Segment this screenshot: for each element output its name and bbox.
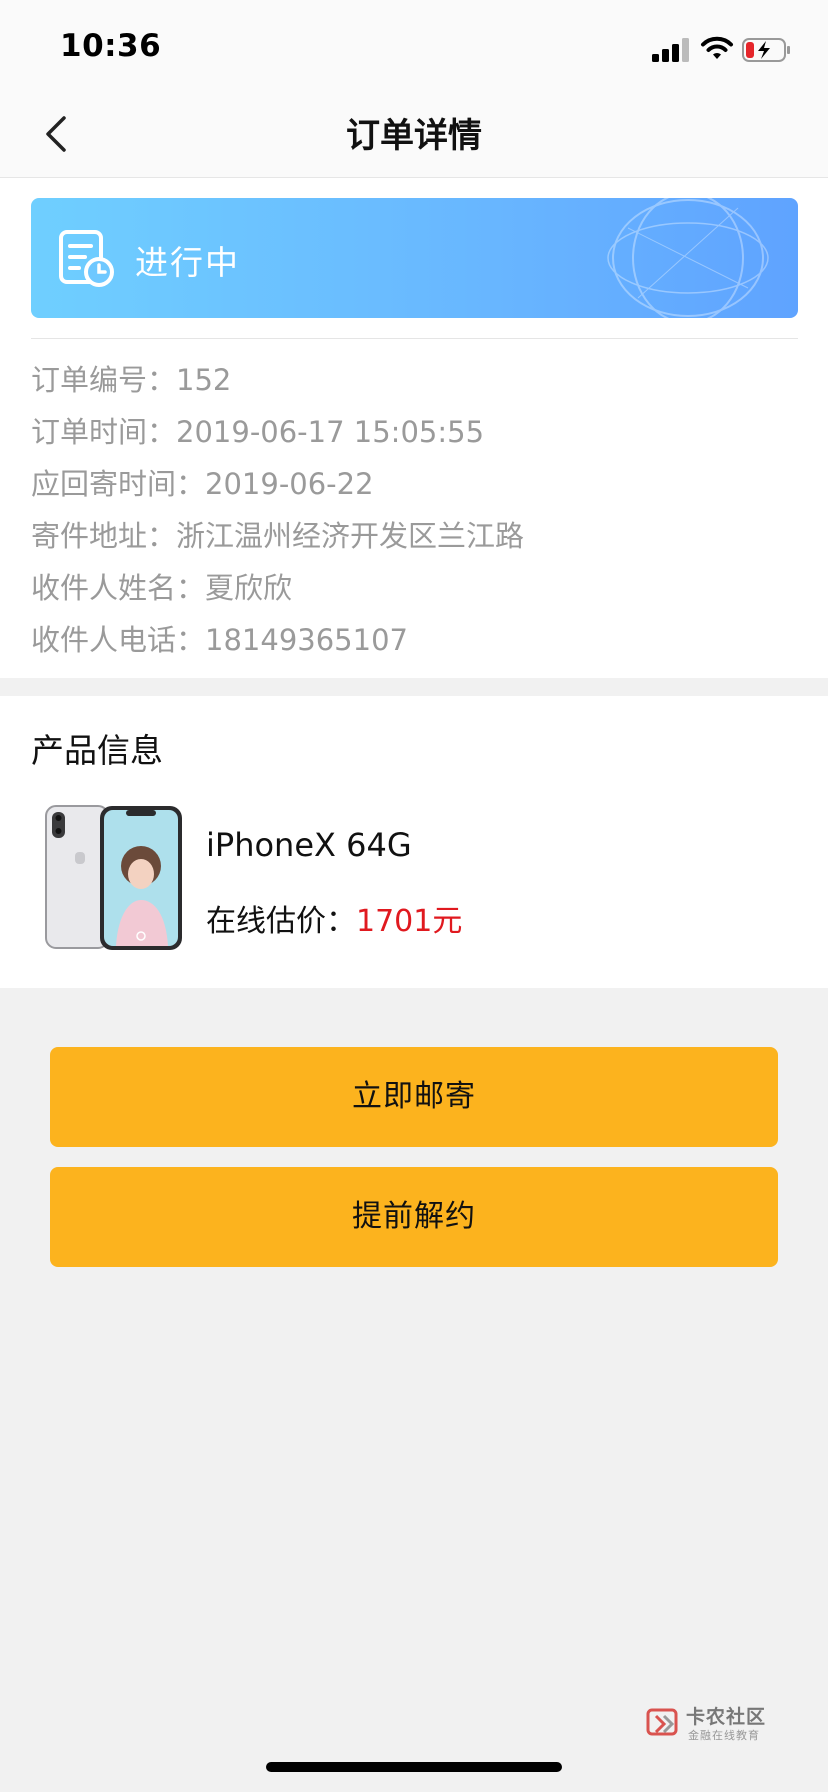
order-number-value: 152 [176, 363, 232, 397]
divider [31, 338, 798, 339]
product-name: iPhoneX 64G [206, 826, 412, 864]
estimated-price-value: 1701元 [356, 904, 463, 939]
home-indicator[interactable] [266, 1762, 562, 1772]
mail-address-value: 浙江温州经济开发区兰江路 [176, 519, 525, 553]
order-status-banner: 进行中 [31, 198, 798, 318]
order-number-label: 订单编号： [31, 363, 177, 397]
recipient-name-label: 收件人姓名： [31, 571, 206, 605]
order-time-value: 2019-06-17 15:05:55 [176, 415, 485, 449]
page-title: 订单详情 [346, 116, 482, 156]
watermark-logo: 卡农社区 金融在线教育 [646, 1700, 776, 1744]
recipient-phone-label: 收件人电话： [31, 623, 206, 657]
order-number-row: 订单编号：152 [31, 354, 798, 406]
recipient-phone-value: 18149365107 [205, 623, 408, 657]
watermark-main-text: 卡农社区 [686, 1706, 767, 1728]
iphone-product-image [45, 805, 182, 950]
return-date-row: 应回寄时间：2019-06-22 [31, 458, 798, 510]
order-document-clock-icon [59, 230, 114, 287]
product-info-section: 产品信息 iPhoneX 64G 在线估价：1701元 [0, 696, 828, 988]
decorative-rings-icon [607, 198, 769, 318]
status-bar: 10:36 [0, 0, 828, 88]
recipient-name-value: 夏欣欣 [205, 571, 293, 605]
watermark-sub-text: 金融在线教育 [688, 1729, 760, 1742]
return-date-value: 2019-06-22 [205, 467, 374, 501]
wifi-icon [701, 36, 733, 59]
early-termination-button[interactable]: 提前解约 [50, 1167, 778, 1267]
order-status-text: 进行中 [135, 243, 240, 282]
battery-charging-icon [742, 38, 790, 62]
estimated-price-row: 在线估价：1701元 [206, 896, 462, 940]
order-time-row: 订单时间：2019-06-17 15:05:55 [31, 406, 798, 458]
status-time: 10:36 [60, 28, 162, 64]
return-date-label: 应回寄时间： [31, 467, 206, 501]
order-info-list: 订单编号：152 订单时间：2019-06-17 15:05:55 应回寄时间：… [31, 354, 798, 666]
product-section-title: 产品信息 [31, 731, 163, 770]
order-info-section: 进行中 订单编号：152 订单时间：2019-06-17 15:05:55 应回… [0, 178, 828, 678]
cellular-signal-icon [652, 38, 690, 62]
mail-address-row: 寄件地址：浙江温州经济开发区兰江路 [31, 510, 798, 562]
recipient-phone-row: 收件人电话：18149365107 [31, 614, 798, 666]
estimated-price-label: 在线估价： [206, 904, 356, 939]
recipient-name-row: 收件人姓名：夏欣欣 [31, 562, 798, 614]
mail-address-label: 寄件地址： [31, 519, 177, 553]
order-time-label: 订单时间： [31, 415, 177, 449]
kanong-logo-icon [646, 1708, 678, 1736]
mail-now-button[interactable]: 立即邮寄 [50, 1047, 778, 1147]
navigation-bar: 订单详情 [0, 88, 828, 178]
